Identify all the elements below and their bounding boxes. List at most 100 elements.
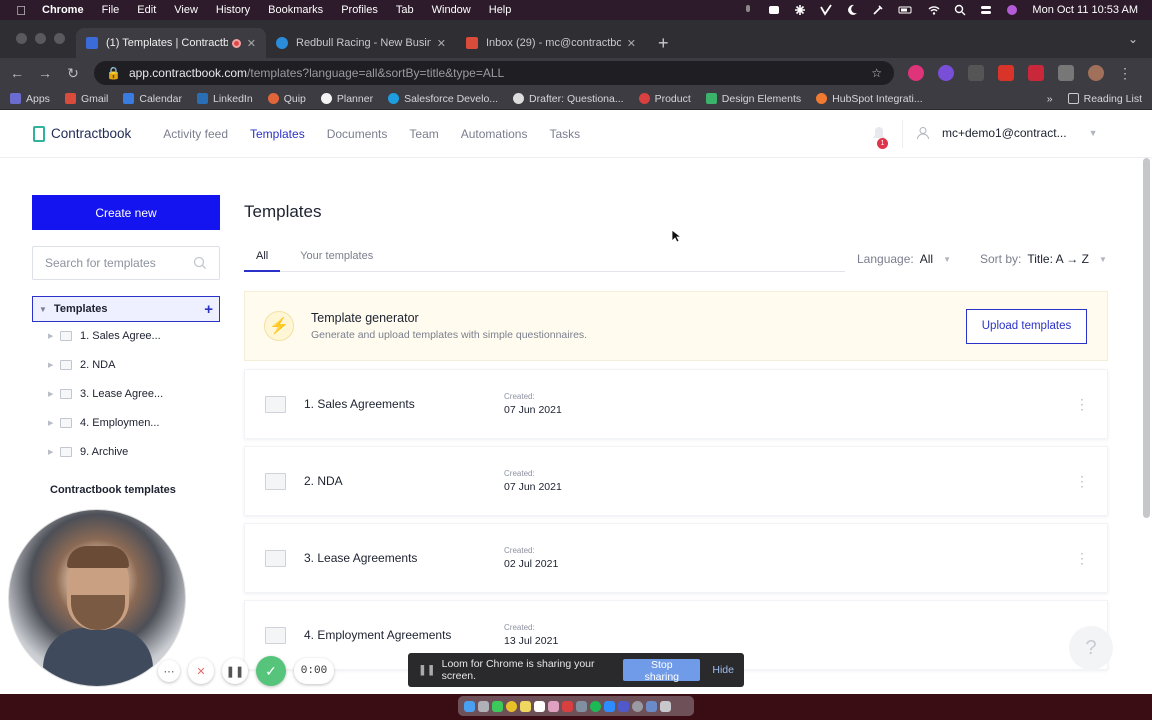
bookmark-linkedin[interactable]: LinkedIn: [196, 93, 253, 105]
caret-right-icon[interactable]: ▶: [48, 332, 60, 340]
contractbook-logo[interactable]: Contractbook: [33, 125, 131, 142]
new-tab-button[interactable]: +: [658, 33, 669, 54]
extension-w-icon[interactable]: [968, 65, 984, 81]
folder-item-sales[interactable]: ▶ 1. Sales Agree...: [48, 326, 161, 346]
menu-profiles[interactable]: Profiles: [341, 4, 378, 16]
template-search-input[interactable]: Search for templates: [32, 246, 220, 280]
siri-icon[interactable]: [1006, 4, 1018, 16]
microphone-icon[interactable]: [742, 4, 754, 16]
launchpad-icon[interactable]: [478, 700, 489, 712]
preview-icon[interactable]: [576, 700, 587, 712]
templates-tree-root[interactable]: ▼ Templates +: [32, 296, 220, 322]
template-name[interactable]: 4. Employment Agreements: [304, 628, 504, 642]
moon-icon[interactable]: [846, 4, 858, 16]
back-arrow-icon[interactable]: ←: [10, 65, 24, 81]
bookmark-apps[interactable]: Apps: [10, 93, 50, 105]
sort-filter[interactable]: Sort by: Title: A → Z ▼: [980, 252, 1107, 266]
page-scrollbar[interactable]: [1143, 158, 1150, 518]
teams-icon[interactable]: [618, 700, 629, 712]
template-row[interactable]: 1. Sales Agreements Created: 07 Jun 2021 …: [244, 369, 1108, 439]
trash-icon[interactable]: [660, 700, 671, 712]
nav-automations[interactable]: Automations: [461, 127, 528, 141]
bookmark-quip[interactable]: Quip: [267, 93, 306, 105]
menu-tab[interactable]: Tab: [396, 4, 414, 16]
add-folder-icon[interactable]: +: [204, 301, 213, 318]
extensions-puzzle-icon[interactable]: [1058, 65, 1074, 81]
close-tab-icon[interactable]: ✕: [627, 37, 636, 50]
tab-your-templates[interactable]: Your templates: [300, 250, 379, 272]
bookmark-drafter[interactable]: Drafter: Questiona...: [513, 93, 624, 105]
reload-icon[interactable]: ↻: [66, 65, 80, 82]
wifi-icon[interactable]: [928, 4, 940, 16]
chrome-icon[interactable]: [506, 700, 517, 712]
close-window-button[interactable]: [16, 33, 27, 44]
zoom-window-button[interactable]: [54, 33, 65, 44]
nav-templates[interactable]: Templates: [250, 127, 305, 141]
tab-search-chevron-icon[interactable]: ⌄: [1128, 32, 1138, 46]
bookmark-hubspot[interactable]: HubSpot Integrati...: [816, 93, 923, 105]
vimeo-icon[interactable]: [820, 4, 833, 16]
stop-sharing-button[interactable]: Stop sharing: [623, 659, 701, 683]
caret-right-icon[interactable]: ▶: [48, 390, 60, 398]
create-new-button[interactable]: Create new: [32, 195, 220, 230]
downloads-icon[interactable]: [646, 700, 657, 712]
extension-colorful-icon[interactable]: [938, 65, 954, 81]
template-row[interactable]: 3. Lease Agreements Created: 02 Jul 2021 …: [244, 523, 1108, 593]
browser-tab-inbox[interactable]: Inbox (29) - mc@contractbook ✕: [456, 28, 646, 58]
messages-icon[interactable]: [492, 700, 503, 712]
nav-tasks[interactable]: Tasks: [549, 127, 580, 141]
hide-notice-link[interactable]: Hide: [712, 664, 734, 676]
upload-templates-button[interactable]: Upload templates: [966, 308, 1087, 344]
forward-arrow-icon[interactable]: →: [38, 65, 52, 81]
profile-avatar-icon[interactable]: [1088, 65, 1104, 81]
user-menu[interactable]: mc+demo1@contract... ▼: [916, 126, 1098, 140]
tab-all[interactable]: All: [244, 250, 281, 272]
calendar-app-icon[interactable]: [534, 700, 545, 712]
help-question-icon[interactable]: ?: [1069, 626, 1113, 670]
menu-edit[interactable]: Edit: [137, 4, 156, 16]
photos-icon[interactable]: [548, 700, 559, 712]
more-options-icon[interactable]: ⋮: [1075, 551, 1089, 565]
nav-activity-feed[interactable]: Activity feed: [163, 127, 228, 141]
menu-app-chrome[interactable]: Chrome: [42, 4, 84, 16]
control-center-icon[interactable]: [980, 4, 992, 16]
menu-help[interactable]: Help: [489, 4, 512, 16]
pdf-icon[interactable]: [562, 700, 573, 712]
loom-icon[interactable]: [768, 4, 780, 16]
more-options-icon[interactable]: ⋯: [158, 660, 180, 682]
caret-down-icon[interactable]: ▼: [39, 305, 47, 314]
template-name[interactable]: 1. Sales Agreements: [304, 397, 504, 411]
finish-recording-icon[interactable]: ✓: [256, 656, 286, 686]
pause-icon[interactable]: ❚❚: [222, 658, 248, 684]
bookmark-design-elements[interactable]: Design Elements: [705, 93, 801, 105]
battery-icon[interactable]: [898, 4, 914, 16]
more-options-icon[interactable]: ⋮: [1075, 397, 1089, 411]
folder-item-employment[interactable]: ▶ 4. Employmen...: [48, 413, 159, 433]
folder-item-nda[interactable]: ▶ 2. NDA: [48, 355, 115, 375]
caret-right-icon[interactable]: ▶: [48, 361, 60, 369]
bookmark-calendar[interactable]: Calendar: [123, 93, 182, 105]
settings-icon[interactable]: [632, 700, 643, 712]
contractbook-templates-link[interactable]: Contractbook templates: [50, 484, 176, 496]
asterisk-icon[interactable]: [794, 4, 806, 16]
caret-right-icon[interactable]: ▶: [48, 448, 60, 456]
close-tab-icon[interactable]: ✕: [437, 37, 446, 50]
menu-bookmarks[interactable]: Bookmarks: [268, 4, 323, 16]
notes-icon[interactable]: [520, 700, 531, 712]
extension-red-square-icon[interactable]: [1028, 65, 1044, 81]
lock-icon[interactable]: 🔒: [106, 66, 121, 80]
browser-tab-redbull[interactable]: Redbull Racing - New Busines ✕: [266, 28, 456, 58]
reading-list[interactable]: Reading List: [1067, 93, 1142, 105]
close-tab-icon[interactable]: ✕: [247, 37, 256, 50]
apple-icon[interactable]: : [0, 3, 42, 18]
minimize-window-button[interactable]: [35, 33, 46, 44]
cancel-recording-icon[interactable]: ✕: [188, 658, 214, 684]
nav-team[interactable]: Team: [409, 127, 438, 141]
chrome-menu-icon[interactable]: ⋮: [1118, 65, 1132, 82]
address-bar[interactable]: 🔒 app.contractbook.com/templates?languag…: [94, 61, 894, 85]
nav-documents[interactable]: Documents: [327, 127, 388, 141]
bookmark-star-icon[interactable]: ☆: [871, 66, 882, 80]
search-icon[interactable]: [954, 4, 966, 16]
tools-icon[interactable]: [872, 4, 884, 16]
folder-item-archive[interactable]: ▶ 9. Archive: [48, 442, 128, 462]
